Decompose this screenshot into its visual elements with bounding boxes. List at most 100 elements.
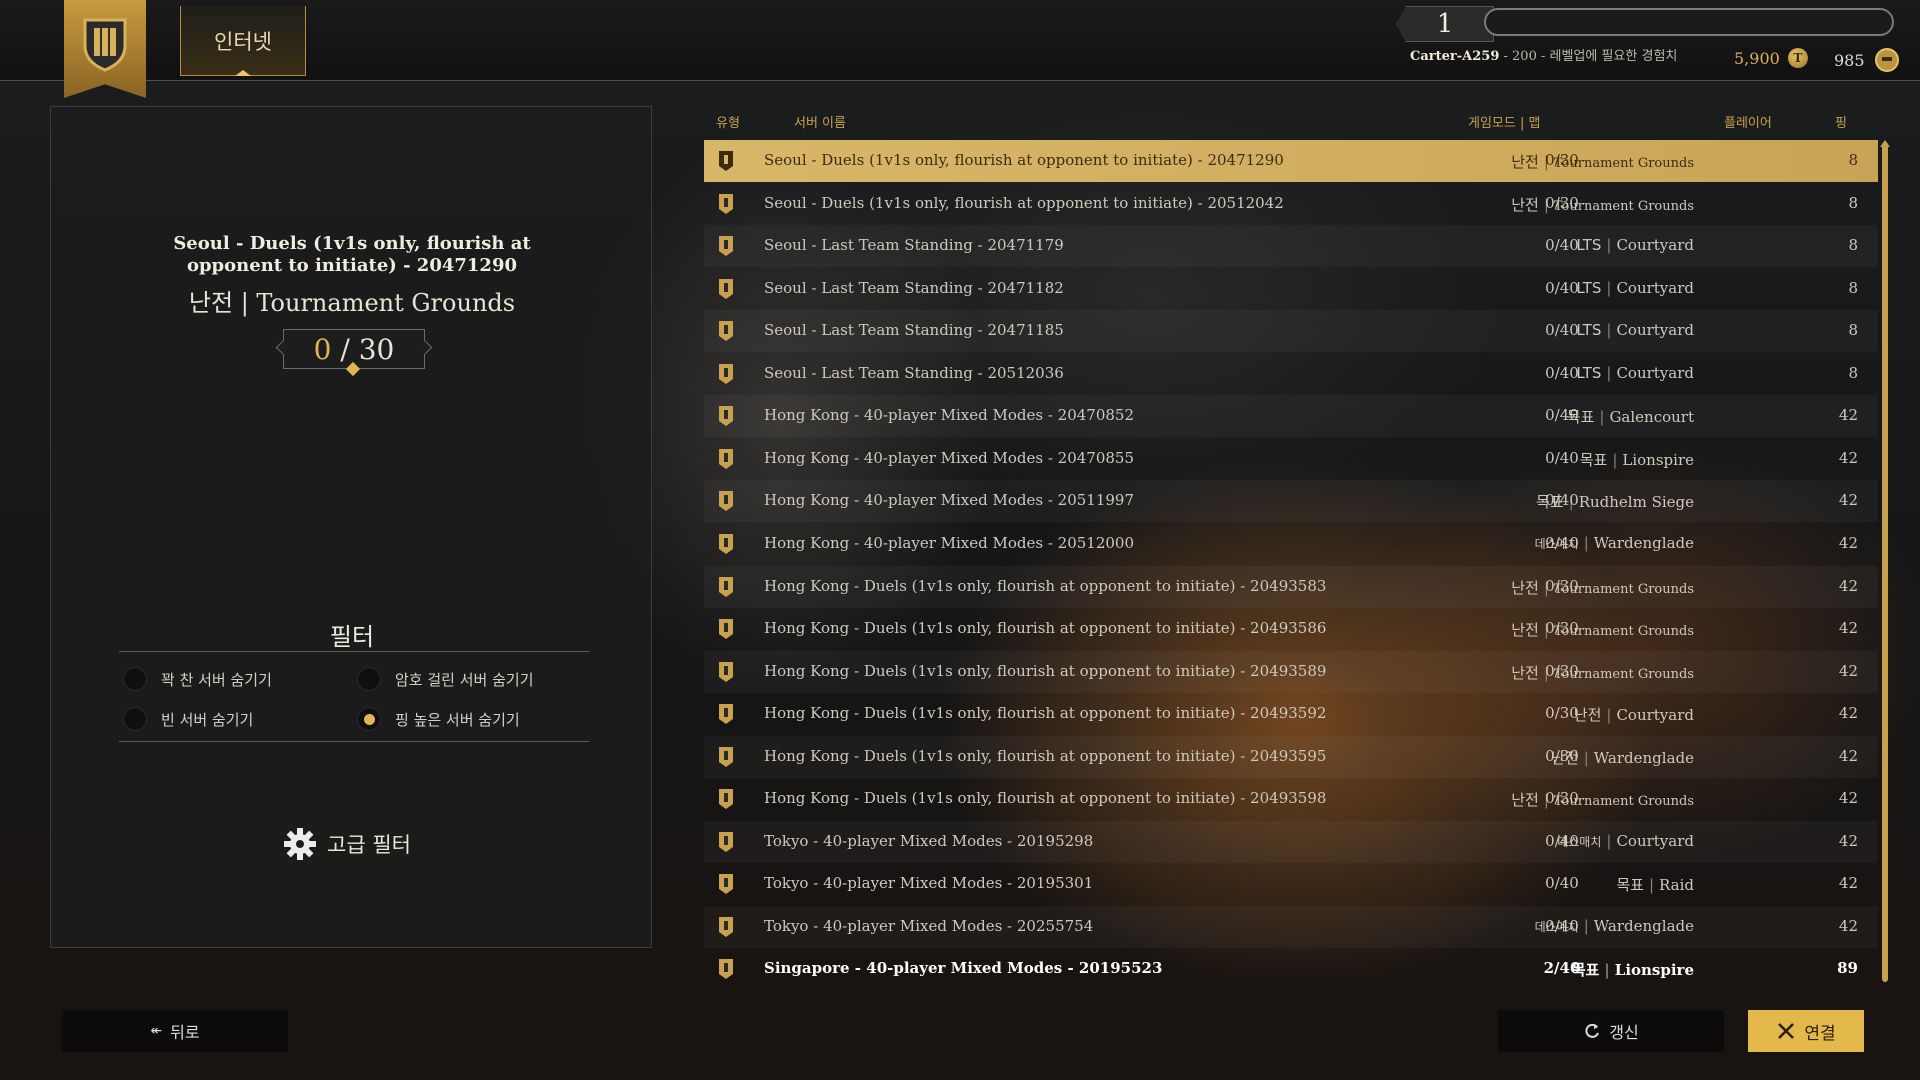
server-row[interactable]: Tokyo - 40-player Mixed Modes - 20195301… xyxy=(704,863,1878,905)
crossed-swords-icon xyxy=(1778,1023,1795,1039)
server-map: Courtyard xyxy=(1616,706,1694,725)
server-row[interactable]: Hong Kong - Duels (1v1s only, flourish a… xyxy=(704,736,1878,778)
server-mode-map: LTS | Courtyard xyxy=(1576,321,1694,339)
gold-amount: 5,900 xyxy=(1734,48,1780,68)
server-row[interactable]: Seoul - Last Team Standing - 20471182 LTS… xyxy=(704,268,1878,310)
server-ping: 42 xyxy=(1838,704,1858,723)
server-map: Courtyard xyxy=(1616,278,1694,297)
server-row[interactable]: Seoul - Last Team Standing - 20512036 LTS… xyxy=(704,353,1878,395)
banner-type-icon xyxy=(719,363,733,384)
server-name: Hong Kong - 40-player Mixed Modes - 2051… xyxy=(764,491,1135,510)
server-row[interactable]: Hong Kong - Duels (1v1s only, flourish a… xyxy=(704,778,1878,820)
filter-hide-high-ping-radio[interactable] xyxy=(357,707,381,731)
filter-hide-password-radio[interactable] xyxy=(357,667,381,691)
server-ping: 42 xyxy=(1838,406,1858,425)
filter-hide-password[interactable]: 암호 걸린 서버 숨기기 xyxy=(357,667,534,691)
server-row[interactable]: Seoul - Duels (1v1s only, flourish at op… xyxy=(704,183,1878,225)
server-players: 0/30 xyxy=(1545,576,1579,595)
column-header-name[interactable]: 서버 이름 xyxy=(794,112,846,131)
server-map: Wardenglade xyxy=(1593,533,1694,552)
refresh-button[interactable]: 갱신 xyxy=(1498,1010,1724,1052)
server-ping: 42 xyxy=(1838,916,1858,935)
server-row[interactable]: Hong Kong - Duels (1v1s only, flourish a… xyxy=(704,566,1878,608)
filter-hide-high-ping-label: 핑 높은 서버 숨기기 xyxy=(395,710,520,729)
server-row[interactable]: Hong Kong - Duels (1v1s only, flourish a… xyxy=(704,693,1878,735)
server-row[interactable]: Hong Kong - Duels (1v1s only, flourish a… xyxy=(704,608,1878,650)
server-row[interactable]: Tokyo - 40-player Mixed Modes - 20195298… xyxy=(704,821,1878,863)
server-ping: 42 xyxy=(1838,746,1858,765)
filter-divider-top xyxy=(119,651,589,652)
server-players: 0/30 xyxy=(1545,619,1579,638)
server-players: 0/40 xyxy=(1545,831,1579,850)
server-mode-map: LTS | Courtyard xyxy=(1576,236,1694,254)
server-map: Wardenglade xyxy=(1593,748,1694,767)
server-map: Lionspire xyxy=(1614,961,1694,980)
refresh-icon xyxy=(1585,1023,1600,1038)
radio-checked-dot xyxy=(363,713,375,725)
server-row[interactable]: Seoul - Last Team Standing - 20471185 LTS… xyxy=(704,310,1878,352)
banner-type-icon xyxy=(719,576,733,597)
filter-hide-empty-radio[interactable] xyxy=(123,707,147,731)
banner-type-icon xyxy=(719,746,733,767)
server-row[interactable]: Hong Kong - 40-player Mixed Modes - 2051… xyxy=(704,480,1878,522)
server-ping: 42 xyxy=(1838,576,1858,595)
server-map: Raid xyxy=(1659,876,1694,895)
server-name: Hong Kong - Duels (1v1s only, flourish a… xyxy=(764,619,1327,638)
server-list-scrollbar[interactable] xyxy=(1882,142,1888,982)
back-button[interactable]: ↞ 뒤로 xyxy=(62,1010,288,1052)
filter-hide-high-ping[interactable]: 핑 높은 서버 숨기기 xyxy=(357,707,520,731)
filter-hide-empty[interactable]: 빈 서버 숨기기 xyxy=(123,707,253,731)
banner-type-icon xyxy=(719,151,733,171)
player-level: 1 xyxy=(1396,6,1494,42)
server-row[interactable]: Seoul - Duels (1v1s only, flourish at op… xyxy=(704,140,1878,182)
server-ping: 42 xyxy=(1838,448,1858,467)
server-name: Tokyo - 40-player Mixed Modes - 20195301 xyxy=(764,874,1094,893)
column-header-type[interactable]: 유형 xyxy=(716,112,740,131)
mode-separator: | xyxy=(1606,706,1612,725)
filter-hide-full-radio[interactable] xyxy=(123,667,147,691)
server-players: 0/40 xyxy=(1545,916,1579,935)
player-count-separator: / xyxy=(331,332,359,366)
column-header-players[interactable]: 플레이어 xyxy=(1724,112,1772,131)
refresh-label: 갱신 xyxy=(1609,1023,1639,1042)
server-row[interactable]: Hong Kong - 40-player Mixed Modes - 2047… xyxy=(704,438,1878,480)
filter-hide-full[interactable]: 꽉 찬 서버 숨기기 xyxy=(123,667,272,691)
column-header-mode[interactable]: 게임모드 | 맵 xyxy=(1468,112,1540,131)
steel-amount: 985 xyxy=(1834,50,1865,70)
tab-internet[interactable]: 인터넷 xyxy=(180,6,306,76)
server-map: Courtyard xyxy=(1616,321,1694,340)
server-row[interactable]: Hong Kong - 40-player Mixed Modes - 2047… xyxy=(704,395,1878,437)
banner-type-icon xyxy=(719,959,733,980)
server-name: Tokyo - 40-player Mixed Modes - 20255754 xyxy=(764,916,1094,935)
server-row[interactable]: Singapore - 40-player Mixed Modes - 2019… xyxy=(704,948,1878,990)
server-players: 0/40 xyxy=(1545,406,1579,425)
banner-type-icon xyxy=(719,831,733,852)
server-name: Hong Kong - 40-player Mixed Modes - 2047… xyxy=(764,406,1135,425)
server-mode-map: 목표 | Lionspire xyxy=(1580,449,1694,470)
server-row[interactable]: Seoul - Last Team Standing - 20471179 LTS… xyxy=(704,225,1878,267)
mode-separator: | xyxy=(1612,450,1618,469)
column-header-ping[interactable]: 핑 xyxy=(1835,112,1847,131)
player-count-current: 0 xyxy=(313,332,332,366)
server-row[interactable]: Tokyo - 40-player Mixed Modes - 20255754… xyxy=(704,906,1878,948)
server-ping: 42 xyxy=(1838,831,1858,850)
server-map: Lionspire xyxy=(1622,450,1694,469)
server-row[interactable]: Hong Kong - 40-player Mixed Modes - 2051… xyxy=(704,523,1878,565)
faction-banner xyxy=(64,0,146,98)
shield-icon xyxy=(83,18,127,72)
server-players: 0/30 xyxy=(1545,661,1579,680)
banner-type-icon xyxy=(719,491,733,512)
advanced-filter-button[interactable]: 고급 필터 xyxy=(283,827,411,861)
connect-label: 연결 xyxy=(1804,1023,1836,1044)
server-ping: 8 xyxy=(1848,363,1858,382)
server-name: Seoul - Duels (1v1s only, flourish at op… xyxy=(764,151,1284,169)
server-map: Courtyard xyxy=(1616,831,1694,850)
server-mode-map: 목표 | Raid xyxy=(1616,874,1694,895)
connect-button[interactable]: 연결 xyxy=(1748,1010,1864,1052)
server-ping: 42 xyxy=(1838,533,1858,552)
server-row[interactable]: Hong Kong - Duels (1v1s only, flourish a… xyxy=(704,651,1878,693)
server-name: Seoul - Last Team Standing - 20471182 xyxy=(764,278,1064,297)
banner-type-icon xyxy=(719,278,733,299)
filter-hide-empty-label: 빈 서버 숨기기 xyxy=(161,710,254,729)
player-count-max: 30 xyxy=(358,332,395,366)
